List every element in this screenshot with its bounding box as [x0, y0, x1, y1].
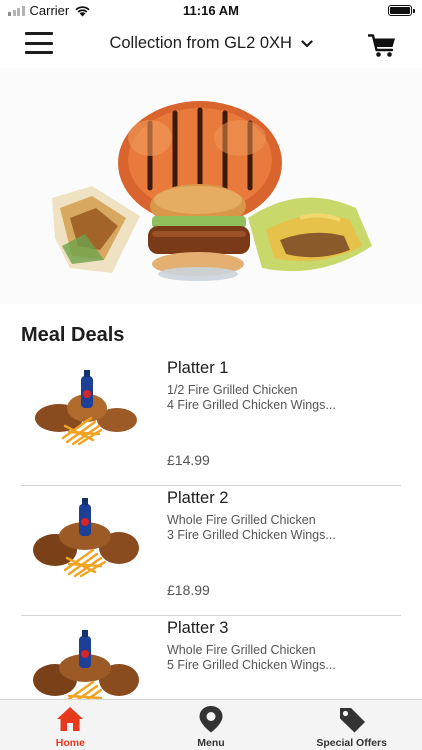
- tab-home-label: Home: [55, 737, 85, 749]
- shopping-cart-icon[interactable]: [368, 34, 396, 58]
- deal-price: £14.99: [167, 452, 210, 468]
- tab-special-offers-label: Special Offers: [316, 737, 387, 749]
- status-time: 11:16 AM: [183, 3, 239, 18]
- deal-item-platter-1[interactable]: Platter 1 1/2 Fire Grilled Chicken 4 Fir…: [21, 356, 401, 486]
- price-tag-icon: [339, 708, 365, 733]
- location-label: Collection from GL2 0XH: [109, 34, 292, 52]
- hero-food-illustration: [52, 101, 372, 281]
- deal-description: 1/2 Fire Grilled Chicken 4 Fire Grilled …: [167, 383, 336, 412]
- hero-food-image: [0, 68, 422, 304]
- deal-image: [33, 498, 139, 578]
- deal-description: Whole Fire Grilled Chicken 3 Fire Grille…: [167, 513, 336, 542]
- status-bar: Carrier 11:16 AM: [0, 0, 422, 22]
- bottom-tab-bar: Home Menu Special Offers: [0, 699, 422, 750]
- tab-menu[interactable]: Menu: [141, 700, 282, 750]
- deal-price: £18.99: [167, 582, 210, 598]
- deal-name: Platter 2: [167, 489, 229, 507]
- location-selector[interactable]: Collection from GL2 0XH: [0, 34, 422, 53]
- tab-menu-label: Menu: [197, 737, 225, 749]
- app-header: Collection from GL2 0XH: [0, 22, 422, 66]
- deal-name: Platter 3: [167, 619, 229, 637]
- meal-deals-list: Platter 1 1/2 Fire Grilled Chicken 4 Fir…: [0, 356, 422, 746]
- battery-icon: [388, 5, 415, 16]
- map-pin-icon: [199, 706, 223, 733]
- deal-description: Whole Fire Grilled Chicken 5 Fire Grille…: [167, 643, 336, 672]
- chevron-down-icon: [300, 40, 313, 47]
- deal-image: [35, 370, 137, 446]
- deal-name: Platter 1: [167, 359, 229, 377]
- home-icon: [57, 707, 84, 731]
- tab-home[interactable]: Home: [0, 700, 141, 750]
- tab-special-offers[interactable]: Special Offers: [281, 700, 422, 750]
- section-title: Meal Deals: [21, 324, 125, 346]
- deal-item-platter-2[interactable]: Platter 2 Whole Fire Grilled Chicken 3 F…: [21, 486, 401, 616]
